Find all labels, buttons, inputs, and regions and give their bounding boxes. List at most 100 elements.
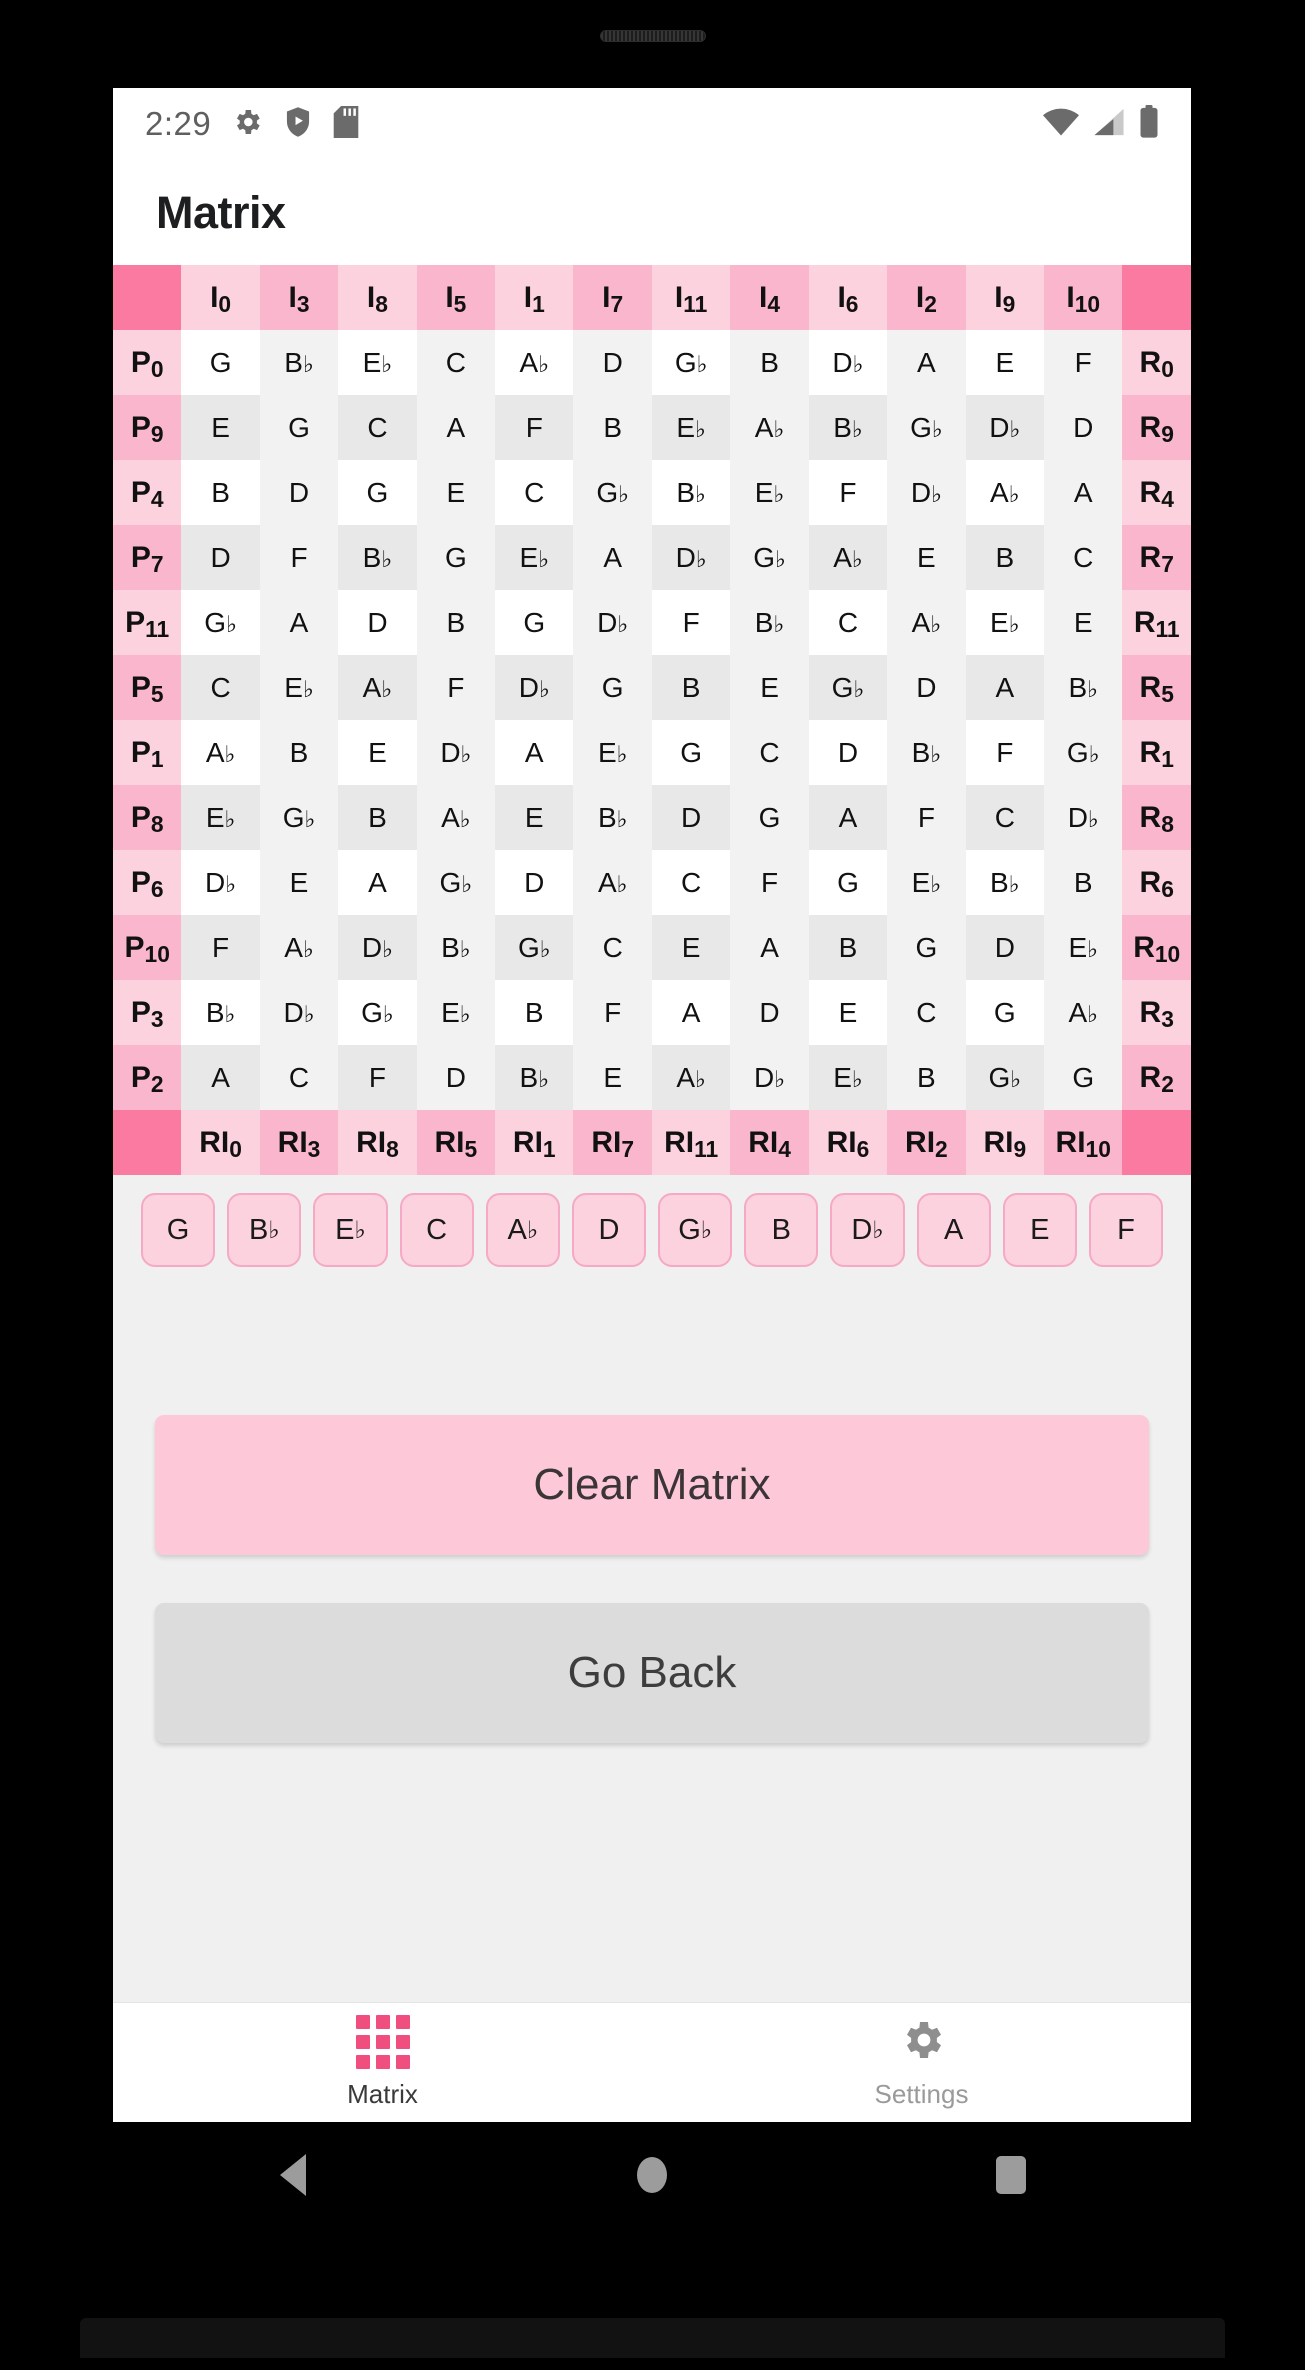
matrix-cell[interactable]: D — [573, 330, 652, 395]
matrix-cell[interactable]: A♭ — [808, 525, 888, 590]
note-chip[interactable]: D — [571, 1193, 647, 1267]
matrix-cell[interactable]: C — [573, 915, 652, 980]
matrix-cell[interactable]: A♭ — [887, 590, 966, 655]
matrix-cell[interactable]: B♭ — [887, 720, 966, 785]
matrix-cell[interactable]: E♭ — [730, 460, 809, 525]
matrix-cell[interactable]: D♭ — [730, 1045, 809, 1110]
matrix-cell[interactable]: G♭ — [573, 460, 652, 525]
matrix-cell[interactable]: B♭ — [338, 525, 417, 590]
matrix-cell[interactable]: B♭ — [965, 850, 1045, 915]
matrix-cell[interactable]: E♭ — [808, 1045, 888, 1110]
matrix-cell[interactable]: B — [181, 460, 260, 525]
matrix-cell[interactable]: G — [338, 460, 417, 525]
matrix-cell[interactable]: B♭ — [730, 590, 809, 655]
matrix-cell[interactable]: G♭ — [887, 395, 966, 460]
matrix-cell[interactable]: F — [808, 460, 888, 525]
matrix-cell[interactable]: B♭ — [416, 915, 496, 980]
matrix-cell[interactable]: E — [338, 720, 417, 785]
twelve-tone-matrix[interactable]: I0 I3 I8 I5 I1 I7 I11 I4 I6 I2 I9 I10 P0 G B♭ E♭ C A♭ D G♭ B… — [113, 265, 1191, 1175]
matrix-cell[interactable]: E♭ — [1044, 915, 1123, 980]
matrix-cell[interactable]: G♭ — [416, 850, 496, 915]
matrix-cell[interactable]: D — [887, 655, 966, 720]
matrix-cell[interactable]: D♭ — [338, 915, 417, 980]
matrix-cell[interactable]: C — [808, 590, 888, 655]
matrix-cell[interactable]: G — [887, 915, 966, 980]
matrix-cell[interactable]: E — [495, 785, 574, 850]
matrix-cell[interactable]: F — [573, 980, 652, 1045]
matrix-cell[interactable]: G♭ — [965, 1045, 1045, 1110]
matrix-cell[interactable]: G♭ — [259, 785, 339, 850]
matrix-cell[interactable]: G♭ — [495, 915, 574, 980]
matrix-cell[interactable]: B — [730, 330, 809, 395]
matrix-cell[interactable]: B♭ — [181, 980, 260, 1045]
matrix-cell[interactable]: A♭ — [730, 395, 809, 460]
matrix-cell[interactable]: F — [1044, 330, 1123, 395]
clear-matrix-button[interactable]: Clear Matrix — [155, 1415, 1149, 1555]
matrix-cell[interactable]: D — [495, 850, 574, 915]
note-chip[interactable]: B — [744, 1193, 819, 1267]
matrix-cell[interactable]: G — [808, 850, 888, 915]
matrix-cell[interactable]: F — [259, 525, 339, 590]
matrix-cell[interactable]: D — [651, 785, 731, 850]
matrix-cell[interactable]: A♭ — [181, 720, 260, 785]
matrix-cell[interactable]: B — [495, 980, 574, 1045]
matrix-cell[interactable]: A♭ — [1044, 980, 1123, 1045]
matrix-cell[interactable]: B♭ — [259, 330, 339, 395]
matrix-cell[interactable]: F — [416, 655, 496, 720]
note-chip[interactable]: G ♭ — [658, 1193, 733, 1267]
matrix-cell[interactable]: B — [416, 590, 496, 655]
matrix-cell[interactable]: B♭ — [1044, 655, 1123, 720]
matrix-cell[interactable]: E♭ — [181, 785, 260, 850]
matrix-cell[interactable]: B — [1044, 850, 1123, 915]
matrix-cell[interactable]: C — [495, 460, 574, 525]
matrix-cell[interactable]: B — [651, 655, 731, 720]
note-chip[interactable]: G — [141, 1193, 216, 1267]
matrix-cell[interactable]: E — [1044, 590, 1123, 655]
matrix-cell[interactable]: G — [495, 590, 574, 655]
nav-item-settings[interactable]: Settings — [652, 2003, 1191, 2122]
matrix-cell[interactable]: E♭ — [573, 720, 652, 785]
note-chip[interactable]: B ♭ — [227, 1193, 302, 1267]
matrix-cell[interactable]: F — [887, 785, 966, 850]
matrix-cell[interactable]: G♭ — [730, 525, 809, 590]
matrix-cell[interactable]: D — [338, 590, 417, 655]
matrix-cell[interactable]: A — [730, 915, 809, 980]
matrix-cell[interactable]: E — [651, 915, 731, 980]
matrix-cell[interactable]: C — [1044, 525, 1123, 590]
matrix-cell[interactable]: C — [965, 785, 1045, 850]
matrix-cell[interactable]: E — [887, 525, 966, 590]
matrix-cell[interactable]: E — [416, 460, 496, 525]
matrix-cell[interactable]: E — [730, 655, 809, 720]
matrix-cell[interactable]: B — [887, 1045, 966, 1110]
note-chip[interactable]: A — [916, 1193, 991, 1267]
matrix-cell[interactable]: G♭ — [808, 655, 888, 720]
android-back-button[interactable] — [113, 2153, 472, 2196]
matrix-cell[interactable]: D — [1044, 395, 1123, 460]
matrix-cell[interactable]: A — [181, 1045, 260, 1110]
matrix-cell[interactable]: A♭ — [651, 1045, 731, 1110]
matrix-cell[interactable]: D♭ — [887, 460, 966, 525]
matrix-cell[interactable]: A — [965, 655, 1045, 720]
matrix-cell[interactable]: G — [416, 525, 496, 590]
matrix-cell[interactable]: G — [965, 980, 1045, 1045]
matrix-cell[interactable]: D♭ — [495, 655, 574, 720]
matrix-cell[interactable]: D♭ — [651, 525, 731, 590]
matrix-cell[interactable]: A — [338, 850, 417, 915]
matrix-cell[interactable]: G♭ — [1044, 720, 1123, 785]
matrix-cell[interactable]: E — [181, 395, 260, 460]
note-chip[interactable]: F — [1088, 1193, 1164, 1267]
android-home-button[interactable] — [472, 2156, 831, 2193]
matrix-cell[interactable]: A — [416, 395, 496, 460]
matrix-cell[interactable]: E — [259, 850, 339, 915]
matrix-cell[interactable]: E♭ — [416, 980, 496, 1045]
go-back-button[interactable]: Go Back — [155, 1603, 1149, 1743]
matrix-cell[interactable]: A♭ — [259, 915, 339, 980]
matrix-cell[interactable]: E♭ — [965, 590, 1045, 655]
matrix-cell[interactable]: E — [808, 980, 888, 1045]
matrix-cell[interactable]: A♭ — [573, 850, 652, 915]
matrix-cell[interactable]: G — [730, 785, 809, 850]
matrix-cell[interactable]: F — [730, 850, 809, 915]
matrix-cell[interactable]: F — [965, 720, 1045, 785]
matrix-cell[interactable]: D♭ — [965, 395, 1045, 460]
matrix-cell[interactable]: B — [573, 395, 652, 460]
